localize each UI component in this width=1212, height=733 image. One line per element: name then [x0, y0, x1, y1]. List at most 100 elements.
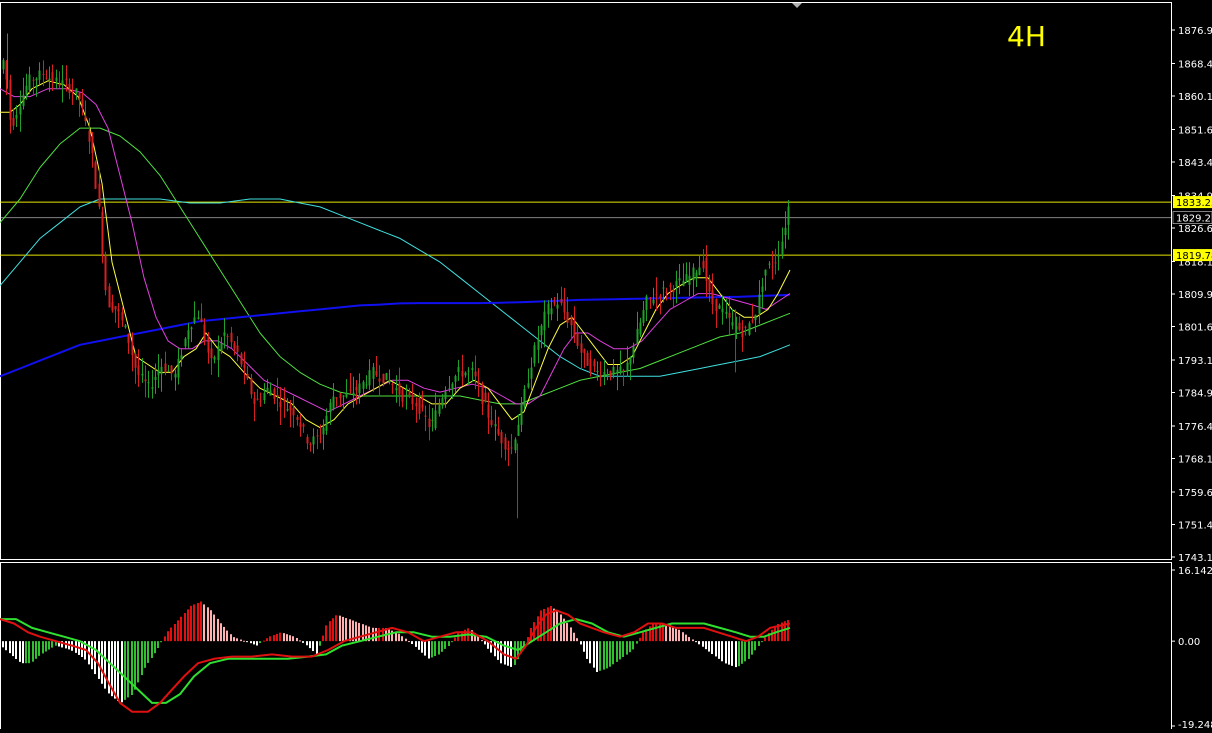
- candle-body: [180, 355, 183, 360]
- candle-body: [154, 376, 157, 381]
- macd-histogram-bar: [124, 641, 126, 700]
- macd-histogram-bar: [302, 641, 304, 643]
- candle-body: [2, 60, 5, 70]
- macd-histogram-bar: [388, 629, 390, 642]
- candle-body: [207, 336, 210, 353]
- price-tick-label: 1776.40: [1178, 422, 1212, 433]
- macd-histogram-bar: [104, 641, 106, 689]
- candle-body: [514, 439, 517, 451]
- candle-body: [25, 85, 28, 95]
- macd-histogram-bar: [253, 641, 255, 645]
- candle-body: [784, 227, 787, 236]
- macd-histogram-bar: [51, 641, 53, 648]
- candle-body: [170, 365, 173, 374]
- candle-body: [771, 266, 774, 268]
- candle-body: [316, 435, 319, 437]
- candle-body: [352, 392, 355, 396]
- macd-histogram-bar: [593, 641, 595, 668]
- macd-histogram-bar: [45, 641, 47, 652]
- macd-histogram-bar: [702, 641, 704, 647]
- candle-body: [550, 308, 553, 315]
- macd-tick-label: 16.1424: [1178, 566, 1212, 577]
- macd-histogram-bar: [292, 636, 294, 642]
- macd-histogram-bar: [636, 641, 638, 644]
- macd-histogram-bar: [774, 626, 776, 642]
- candle-body: [167, 370, 170, 372]
- candle-body: [157, 369, 160, 376]
- candle-body: [375, 370, 378, 376]
- candle-body: [494, 424, 497, 427]
- candle-body: [728, 312, 731, 318]
- macd-histogram-bar: [418, 641, 420, 650]
- macd-histogram-bar: [401, 636, 403, 642]
- macd-histogram-bar: [424, 641, 426, 656]
- candle-body: [279, 401, 282, 408]
- candle-body: [230, 332, 233, 343]
- candle-body: [19, 107, 22, 115]
- macd-histogram-bar: [5, 641, 7, 651]
- candle-body: [616, 369, 619, 373]
- candle-body: [583, 349, 586, 354]
- candle-body: [547, 303, 550, 315]
- macd-histogram-bar: [735, 641, 737, 668]
- candle-body: [543, 311, 546, 331]
- macd-histogram-bar: [738, 641, 740, 667]
- candle-body: [233, 343, 236, 349]
- macd-histogram-bar: [220, 623, 222, 642]
- candle-body: [65, 78, 68, 81]
- candle-body: [42, 73, 45, 75]
- candle-body: [418, 398, 421, 414]
- macd-histogram-bar: [263, 640, 265, 642]
- macd-histogram-bar: [15, 641, 17, 659]
- candle-body: [467, 370, 470, 372]
- candle-body: [517, 424, 520, 436]
- candle-body: [622, 369, 625, 371]
- candle-body: [160, 366, 163, 375]
- macd-histogram-bar: [484, 641, 486, 645]
- candle-body: [358, 383, 361, 394]
- macd-histogram-bar: [276, 633, 278, 642]
- candle-body: [408, 392, 411, 396]
- candle-body: [124, 325, 127, 328]
- candle-body: [556, 304, 559, 309]
- candle-body: [391, 384, 394, 386]
- macd-histogram-bar: [345, 618, 347, 642]
- candle-body: [35, 78, 38, 81]
- macd-histogram-bar: [692, 639, 694, 642]
- macd-histogram-bar: [362, 624, 364, 642]
- candle-body: [240, 353, 243, 365]
- macd-histogram-bar: [639, 637, 641, 642]
- candle-body: [339, 393, 342, 399]
- macd-histogram-bar: [721, 641, 723, 662]
- macd-tick-label: -19.2482: [1178, 720, 1212, 729]
- macd-histogram-bar: [325, 625, 327, 642]
- candle-body: [345, 392, 348, 397]
- price-tick-label: 1793.15: [1178, 356, 1212, 367]
- trading-chart[interactable]: 1876.901868.401860.151851.651843.401834.…: [0, 0, 1212, 731]
- macd-histogram-bar: [233, 637, 235, 642]
- macd-histogram-bar: [217, 618, 219, 642]
- candle-body: [144, 379, 147, 382]
- candle-body: [187, 330, 190, 340]
- macd-histogram-bar: [250, 641, 252, 644]
- candle-body: [411, 397, 414, 404]
- candle-body: [537, 340, 540, 350]
- candle-body: [388, 380, 391, 383]
- macd-histogram-bar: [332, 618, 334, 642]
- macd-histogram-bar: [296, 637, 298, 642]
- candle-body: [560, 298, 563, 304]
- macd-histogram-bar: [655, 623, 657, 642]
- candle-body: [606, 375, 609, 377]
- candle-body: [220, 342, 223, 351]
- candle-body: [685, 274, 688, 282]
- macd-histogram-bar: [226, 630, 228, 642]
- macd-histogram-bar: [197, 602, 199, 642]
- candle-body: [236, 345, 239, 352]
- macd-histogram-bar: [560, 614, 562, 642]
- macd-histogram-bar: [177, 620, 179, 642]
- candle-body: [197, 317, 200, 320]
- candle-body: [332, 396, 335, 410]
- candle-body: [9, 79, 12, 120]
- candle-body: [217, 345, 220, 361]
- candle-body: [121, 311, 124, 321]
